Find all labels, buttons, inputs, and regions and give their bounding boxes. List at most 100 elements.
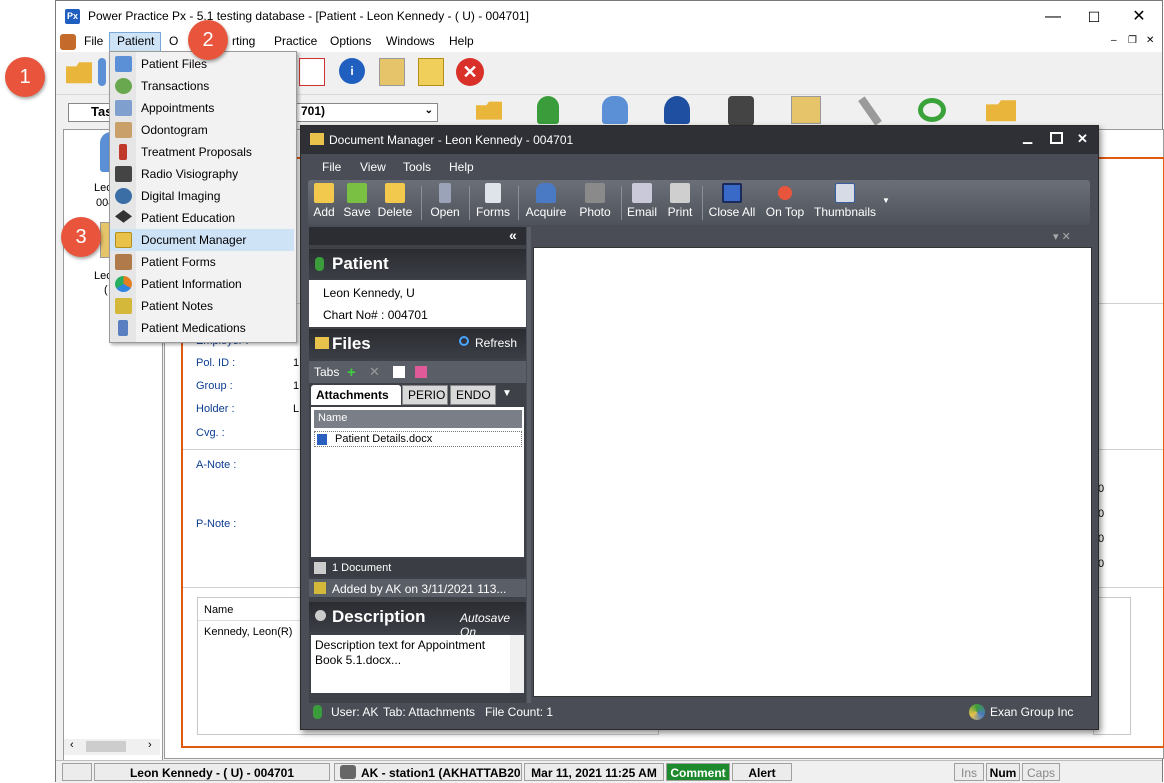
patient-select[interactable]: 701) ⌄ [286,103,438,122]
scroll-thumb[interactable] [86,741,126,752]
file-list-header[interactable]: Name [314,410,522,428]
dm-menu-view[interactable]: View [360,160,386,174]
menu-item-label: Patient Forms [141,255,216,269]
grid-row[interactable]: Kennedy, Leon(R) [204,626,292,638]
menu-item-patient-medications[interactable]: Patient Medications [110,317,294,339]
description-box[interactable]: Description text for Appointment Book 5.… [311,635,524,693]
open-folder-icon[interactable] [66,62,92,84]
description-scrollbar[interactable] [510,635,524,693]
open-button[interactable]: Open [426,183,464,219]
forms-button[interactable]: Forms [473,183,513,219]
email-button[interactable]: Email [625,183,659,219]
collapse-icon[interactable]: « [509,227,517,243]
dm-status-bar: User: AK Tab: Attachments File Count: 1 … [301,699,1098,727]
menu-item-transactions[interactable]: Transactions [110,75,294,97]
menu-item-treatment-proposals[interactable]: Treatment Proposals [110,141,294,163]
acquire-button[interactable]: Acquire [522,183,570,219]
menu-windows[interactable]: Windows [386,34,435,48]
print-button[interactable]: Print [664,183,696,219]
mdi-close-button[interactable]: ✕ [1146,35,1154,46]
thumbnails-dropdown-icon[interactable]: ▼ [882,196,890,205]
documents-icon[interactable] [791,96,821,124]
menu-file[interactable]: File [84,34,103,48]
menu-item-digital-imaging[interactable]: Digital Imaging [110,185,294,207]
menu-item-patient-information[interactable]: Patient Information [110,273,294,295]
close-all-button[interactable]: Close All [706,183,758,219]
calendar-icon[interactable] [299,58,325,86]
menu-item-label: Digital Imaging [141,189,221,203]
toolbar-separator [621,186,622,220]
menu-item-odontogram[interactable]: Odontogram [110,119,294,141]
tab-menu-icon[interactable]: ▼ [502,388,512,399]
on-top-button[interactable]: On Top [763,183,807,219]
save-button[interactable]: Save [342,183,372,219]
tab-perio[interactable]: PERIO [402,385,448,405]
menu-help[interactable]: Help [449,34,474,48]
patient-green-icon[interactable] [537,96,559,124]
menu-item-patient-notes[interactable]: Patient Notes [110,295,294,317]
close-button[interactable]: ✕ [1116,3,1162,31]
file-row[interactable]: Patient Details.docx [314,431,522,447]
camera-icon[interactable] [728,96,754,126]
add-button[interactable]: Add [310,183,338,219]
patient-icon[interactable] [98,58,106,86]
pol-id-value: 1 [293,357,300,369]
description-text[interactable]: Description text for Appointment Book 5.… [315,638,501,668]
menu-charting[interactable]: rting [232,34,255,48]
thumbnails-button[interactable]: Thumbnails [812,183,878,219]
menu-patient[interactable]: Patient [109,32,161,52]
mdi-minimize-button[interactable]: – [1111,35,1117,46]
folder-sync-icon[interactable] [986,100,1016,122]
delete-tab-icon[interactable]: ✕ [369,364,380,380]
scroll-left-icon[interactable]: ‹ [70,739,74,751]
menu-item-document-manager[interactable]: Document Manager [110,229,294,251]
splitter[interactable] [527,227,531,703]
photo-button[interactable]: Photo [574,183,616,219]
holder-label: Holder : [196,403,235,415]
comment-button[interactable]: Comment [666,763,730,781]
open-files-icon[interactable] [476,101,502,120]
alert-button[interactable]: Alert [732,763,792,781]
files-header-label: Files [332,334,371,353]
app-menu-icon[interactable] [60,34,76,50]
tab-attachments[interactable]: Attachments [311,385,401,405]
left-scrollbar[interactable]: ‹ › [64,739,160,755]
menu-options[interactable]: Options [330,34,371,48]
mdi-restore-button[interactable]: ❐ [1128,35,1137,46]
family-icon[interactable] [602,96,628,124]
dm-menu-help[interactable]: Help [449,160,474,174]
menu-item-appointments[interactable]: Appointments [110,97,294,119]
pane-pin-icon[interactable]: ▾ ✕ [1053,230,1071,243]
document-icon[interactable] [379,58,405,86]
tool-label: Photo [579,205,611,219]
folder-icon[interactable] [418,58,444,86]
dm-maximize-button[interactable] [1050,132,1063,144]
scroll-right-icon[interactable]: › [148,739,152,751]
dm-menu-file[interactable]: File [322,160,341,174]
refresh-button[interactable]: Refresh [475,336,517,350]
refresh-icon[interactable] [918,98,946,122]
dm-minimize-button[interactable]: ▁ [1023,130,1032,144]
tab-options-icon[interactable] [415,366,427,378]
wrench-icon[interactable] [858,96,882,126]
menu-practice[interactable]: Practice [274,34,317,48]
menu-item-patient-forms[interactable]: Patient Forms [110,251,294,273]
exan-logo-icon [969,704,985,720]
exit-icon[interactable]: ✕ [456,58,484,86]
tab-endo[interactable]: ENDO [450,385,496,405]
maximize-button[interactable]: ☐ [1071,3,1117,31]
edit-tab-icon[interactable] [393,366,405,378]
dm-close-button[interactable]: ✕ [1077,131,1088,147]
info-icon[interactable]: i [339,58,365,84]
refresh-icon[interactable] [459,336,469,346]
menu-item-patient-education[interactable]: Patient Education [110,207,294,229]
menu-item-radio-visiography[interactable]: Radio Visiography [110,163,294,185]
alert-printer-icon[interactable] [664,96,690,124]
user-icon [313,705,322,719]
minimize-button[interactable]: — [1030,3,1076,31]
delete-button[interactable]: Delete [376,183,414,219]
dm-menu-tools[interactable]: Tools [403,160,431,174]
add-tab-icon[interactable]: + [347,364,356,381]
window-title: Power Practice Px - 5.1 testing database… [88,9,529,23]
menu-office[interactable]: O [169,34,178,48]
